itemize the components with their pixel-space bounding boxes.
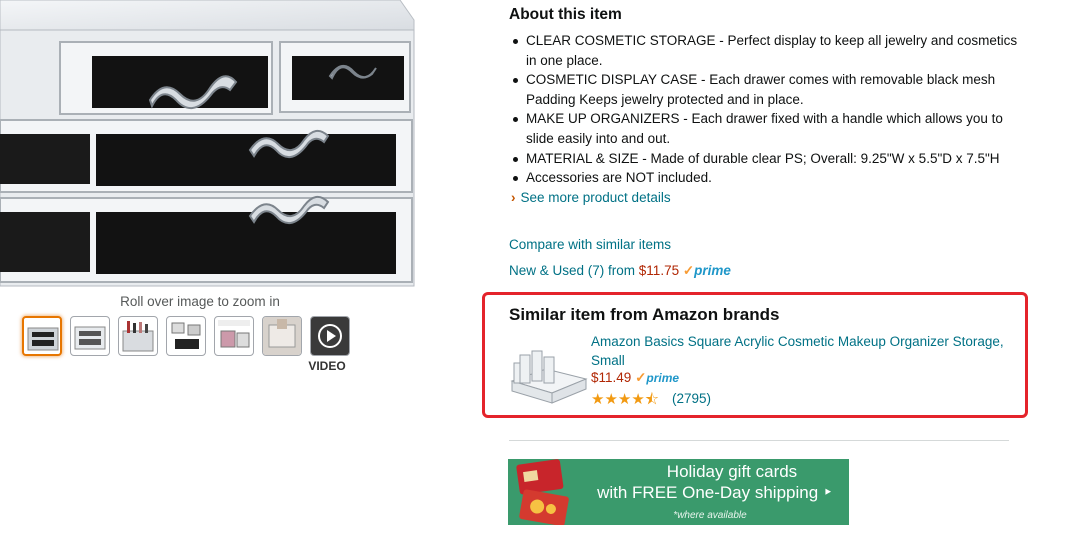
feature-bullet: MATERIAL & SIZE - Made of durable clear …: [509, 149, 1019, 169]
prime-logo: prime: [646, 371, 680, 385]
similar-item-image[interactable]: [506, 341, 590, 407]
similar-item-price-row: $11.49 ✓prime: [591, 370, 679, 386]
thumbnail-6[interactable]: [262, 316, 302, 356]
see-more-label: See more product details: [520, 190, 671, 205]
banner-subheadline: with FREE One-Day shipping ‣: [597, 483, 833, 502]
product-main-image[interactable]: [0, 0, 420, 290]
feature-bullet: COSMETIC DISPLAY CASE - Each drawer come…: [509, 70, 1019, 109]
compare-link[interactable]: Compare with similar items: [509, 237, 671, 252]
feature-bullets: CLEAR COSMETIC STORAGE - Perfect display…: [509, 31, 1019, 188]
about-title: About this item: [509, 6, 622, 23]
thumbnail-1[interactable]: [22, 316, 62, 356]
thumbnail-3[interactable]: [118, 316, 158, 356]
divider: [509, 440, 1009, 441]
similar-item-price: $11.49: [591, 370, 632, 385]
see-more-link[interactable]: › See more product details: [511, 190, 671, 205]
banner-footnote: *where available: [673, 510, 747, 521]
new-used-price: $11.75: [638, 263, 680, 278]
thumbnail-video[interactable]: [310, 316, 350, 356]
banner-headline: Holiday gift cards: [666, 462, 798, 481]
thumbnail-4[interactable]: [166, 316, 206, 356]
zoom-hint: Roll over image to zoom in: [120, 294, 280, 309]
similar-item-title-link[interactable]: Amazon Basics Square Acrylic Cosmetic Ma…: [591, 332, 1011, 370]
feature-bullet: CLEAR COSMETIC STORAGE - Perfect display…: [509, 31, 1019, 70]
similar-title: Similar item from Amazon brands: [509, 305, 780, 324]
review-count-link[interactable]: (2795): [672, 391, 711, 406]
chevron-right-icon: ›: [511, 190, 516, 205]
thumbnail-2[interactable]: [70, 316, 110, 356]
prime-logo: prime: [694, 263, 731, 278]
feature-bullet: MAKE UP ORGANIZERS - Each drawer fixed w…: [509, 109, 1019, 148]
new-used-label[interactable]: New & Used (7) from: [509, 263, 635, 278]
new-used-offer[interactable]: New & Used (7) from $11.75 ✓prime: [509, 263, 731, 279]
star-rating[interactable]: ★★★★⯪: [591, 389, 659, 414]
thumbnail-5[interactable]: [214, 316, 254, 356]
prime-check-icon: ✓: [635, 370, 647, 385]
feature-bullet: Accessories are NOT included.: [509, 168, 1019, 188]
video-label: VIDEO: [308, 359, 346, 373]
prime-check-icon: ✓: [682, 263, 695, 278]
